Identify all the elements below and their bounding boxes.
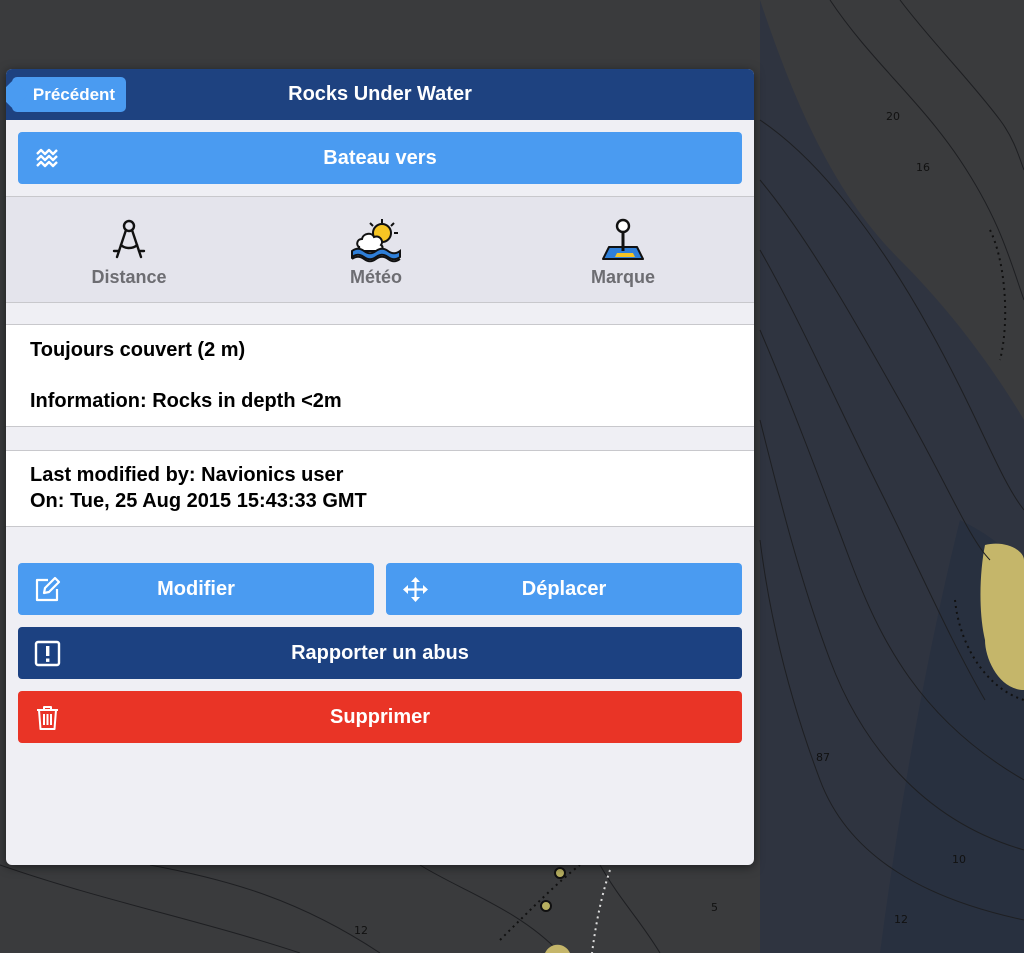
- go-to-button[interactable]: Bateau vers: [18, 132, 742, 184]
- tool-distance[interactable]: Distance: [6, 197, 252, 302]
- edit-button-label: Modifier: [157, 578, 235, 600]
- tools-bar: Distance Météo Marque: [6, 196, 754, 303]
- tool-label: Marque: [590, 267, 655, 287]
- edit-button[interactable]: Modifier: [18, 563, 374, 615]
- depth-label: 12: [354, 924, 368, 937]
- report-abuse-button-label: Rapporter un abus: [291, 642, 469, 664]
- delete-button[interactable]: Supprimer: [18, 691, 742, 743]
- alert-icon: [34, 640, 61, 667]
- move-button-label: Déplacer: [521, 578, 607, 600]
- edit-icon: [35, 576, 61, 602]
- depth-label: 10: [952, 853, 966, 866]
- description-card: Toujours couvert (2 m) Information: Rock…: [6, 324, 754, 427]
- move-icon: [403, 577, 428, 602]
- depth-label: 5: [711, 901, 718, 914]
- trash-icon: [37, 706, 58, 730]
- depth-info: Toujours couvert (2 m): [30, 339, 246, 361]
- delete-button-label: Supprimer: [329, 706, 431, 728]
- depth-label: 12: [894, 913, 908, 926]
- depth-label: 87: [816, 751, 830, 764]
- depth-label: 16: [916, 161, 930, 174]
- compass-icon: [112, 219, 146, 259]
- marker-details-panel: Précédent Rocks Under Water Bateau vers: [6, 69, 754, 865]
- weather-icon: [351, 219, 401, 263]
- tool-label: Distance: [91, 267, 167, 287]
- modified-on: On: Tue, 25 Aug 2015 15:43:33 GMT: [30, 490, 367, 512]
- modification-card: Last modified by: Navionics user On: Tue…: [6, 450, 754, 527]
- panel-header: Précédent Rocks Under Water: [6, 69, 754, 120]
- tool-marker[interactable]: Marque: [500, 197, 746, 302]
- move-button[interactable]: Déplacer: [386, 563, 742, 615]
- marker-icon: [602, 218, 644, 260]
- tool-label: Météo: [349, 267, 402, 287]
- depth-label: 20: [886, 110, 900, 123]
- page-title: Rocks Under Water: [288, 83, 472, 105]
- go-to-button-label: Bateau vers: [323, 147, 437, 169]
- tool-weather[interactable]: Météo: [253, 197, 499, 302]
- waves-icon: [36, 148, 58, 168]
- information-text: Information: Rocks in depth <2m: [30, 390, 342, 412]
- modified-by: Last modified by: Navionics user: [30, 464, 344, 486]
- report-abuse-button[interactable]: Rapporter un abus: [18, 627, 742, 679]
